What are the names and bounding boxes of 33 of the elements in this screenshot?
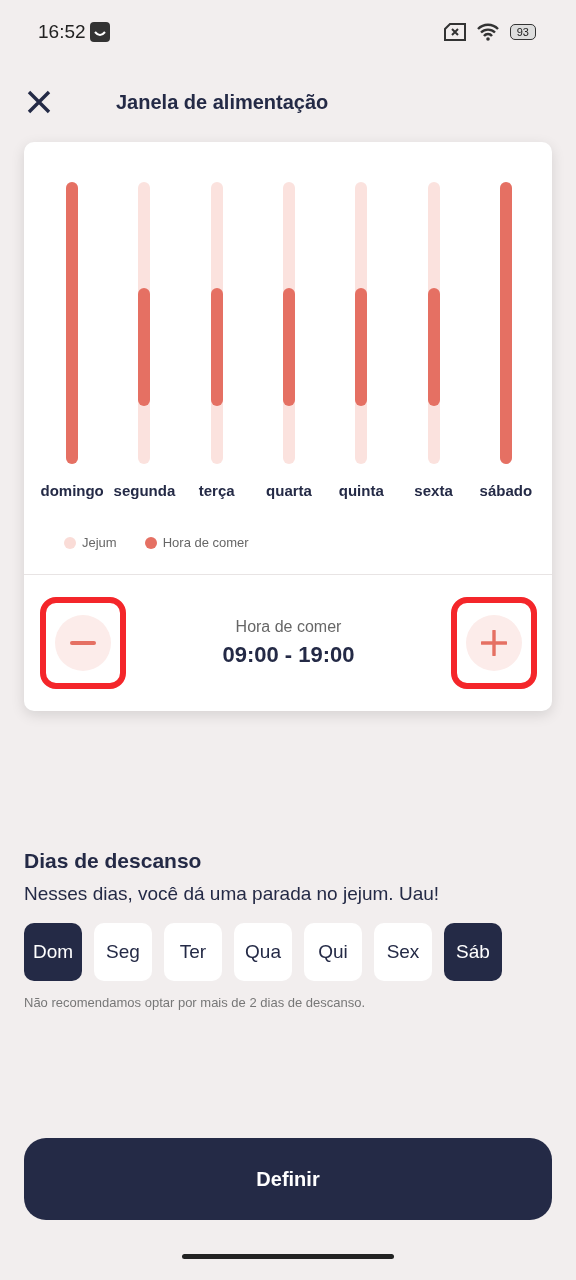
day-label: domingo [40, 482, 104, 499]
day-label: terça [198, 482, 235, 499]
day-label: segunda [113, 482, 176, 499]
no-sim-icon [443, 23, 466, 41]
eating-time-value: 09:00 - 19:00 [222, 642, 355, 668]
app-notification-icon [89, 22, 110, 42]
minus-icon [70, 641, 96, 645]
day-toggle[interactable]: Dom [24, 923, 82, 981]
page-title: Janela de alimentação [116, 90, 329, 114]
day-label: quinta [338, 482, 384, 499]
day-label: sexta [414, 482, 453, 499]
define-button[interactable]: Definir [24, 1138, 552, 1220]
day-toggle[interactable]: Sex [374, 923, 432, 981]
section-subtitle: Nesses dias, você dá uma parada no jejum. Uau! [24, 883, 441, 905]
day-toggle[interactable]: Qua [234, 923, 292, 981]
day-toggle[interactable]: Ter [164, 923, 222, 981]
wifi-icon [475, 23, 500, 41]
day-toggle[interactable]: Sáb [444, 923, 502, 981]
battery-indicator: 93 [509, 24, 536, 40]
day-toggle[interactable]: Qui [304, 923, 362, 981]
day-toggle[interactable]: Seg [94, 923, 152, 981]
day-label: quarta [266, 482, 312, 499]
status-time: 16:52 [38, 21, 86, 43]
rest-days-note: Não recomendamos optar por mais de 2 dias de descanso. [24, 995, 367, 1010]
decrease-button[interactable] [40, 597, 126, 689]
day-label: sábado [479, 482, 533, 499]
plus-icon [481, 630, 507, 656]
legend-label: Jejum [82, 535, 117, 550]
legend-label: Hora de comer [162, 535, 249, 550]
eating-time-label: Hora de comer [235, 618, 342, 636]
section-title: Dias de descanso [24, 849, 203, 873]
increase-button[interactable] [451, 597, 537, 689]
close-icon[interactable] [26, 89, 52, 115]
